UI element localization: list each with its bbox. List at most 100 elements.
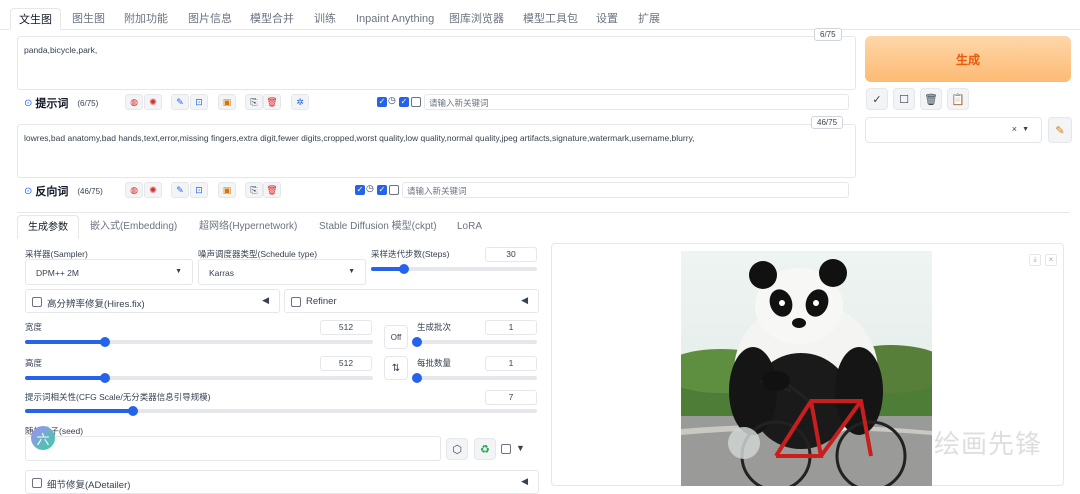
trash-icon[interactable]: 🗑 bbox=[920, 88, 942, 110]
tab-extras[interactable]: 附加功能 bbox=[116, 8, 176, 30]
subtab-hypernetwork[interactable]: 超网络(Hypernetwork) bbox=[191, 215, 305, 239]
batch-count-input[interactable]: 1 bbox=[485, 320, 537, 335]
refiner-panel[interactable]: Refiner ◀ bbox=[284, 289, 539, 313]
globe-icon[interactable]: ◍ bbox=[125, 94, 143, 110]
edit-icon[interactable]: ✎ bbox=[171, 94, 189, 110]
hires-fix-checkbox[interactable] bbox=[32, 297, 42, 307]
steps-slider[interactable] bbox=[371, 264, 537, 274]
schedule-select[interactable]: Karras ▼ bbox=[198, 259, 366, 285]
subtab-lora[interactable]: LoRA bbox=[449, 215, 490, 239]
seed-input[interactable] bbox=[25, 436, 441, 461]
tab-model-toolkit[interactable]: 模型工具包 bbox=[515, 8, 586, 30]
clock-icon[interactable]: ◷ bbox=[366, 183, 374, 194]
sampler-select[interactable]: DPM++ 2M ▼ bbox=[25, 259, 193, 285]
chevron-down-icon: ▼ bbox=[348, 268, 355, 275]
image-icon[interactable]: ▣ bbox=[218, 94, 236, 110]
swap-dimensions-icon[interactable]: ⇅ bbox=[384, 356, 408, 380]
batch-count-label: 生成批次 bbox=[417, 322, 452, 332]
check-icon[interactable]: ✓ bbox=[866, 88, 888, 110]
tab-gallery[interactable]: 图库浏览器 bbox=[441, 8, 512, 30]
tab-train[interactable]: 训练 bbox=[306, 8, 344, 30]
extra-seed-checkbox[interactable] bbox=[501, 444, 511, 454]
chevron-down-icon: ▼ bbox=[175, 268, 182, 275]
sampler-value: DPM++ 2M bbox=[36, 268, 79, 278]
hires-fix-panel[interactable]: 高分辨率修复(Hires.fix) ◀ bbox=[25, 289, 280, 313]
steps-input[interactable]: 30 bbox=[485, 247, 537, 262]
batch-size-label: 每批数量 bbox=[417, 358, 452, 368]
slider-thumb[interactable] bbox=[100, 373, 111, 383]
off-button[interactable]: Off bbox=[384, 325, 408, 349]
width-slider[interactable] bbox=[25, 337, 373, 347]
slider-thumb[interactable] bbox=[127, 406, 138, 416]
copy-icon[interactable]: ⎘ bbox=[245, 94, 263, 110]
settings-icon[interactable]: ✲ bbox=[291, 94, 309, 110]
width-input[interactable]: 512 bbox=[320, 320, 372, 335]
image-icon[interactable]: ▣ bbox=[218, 182, 236, 198]
collapse-triangle-icon[interactable]: ◀ bbox=[262, 295, 269, 306]
cfg-slider[interactable] bbox=[25, 406, 537, 416]
dice-icon[interactable]: ⬡ bbox=[446, 438, 468, 460]
globe-icon[interactable]: ◍ bbox=[125, 182, 143, 198]
prompt-label: 提示词 bbox=[35, 98, 69, 110]
negative-keyword-input[interactable]: 请输入新关键词 bbox=[402, 182, 849, 198]
copy-icon[interactable]: ⎘ bbox=[245, 182, 263, 198]
style-dropdown[interactable]: × ▼ bbox=[865, 117, 1042, 143]
collapse-icon[interactable]: ⊙ bbox=[24, 98, 32, 109]
slider-thumb[interactable] bbox=[412, 373, 422, 383]
keyword-check-1[interactable]: ✓ bbox=[355, 185, 365, 195]
cfg-input[interactable]: 7 bbox=[485, 390, 537, 405]
tab-settings[interactable]: 设置 bbox=[588, 8, 626, 30]
keyword-check-3[interactable] bbox=[411, 97, 421, 107]
download-icon[interactable]: ⤓ bbox=[1029, 254, 1041, 266]
collapse-triangle-icon[interactable]: ◀ bbox=[521, 295, 528, 306]
tab-png-info[interactable]: 图片信息 bbox=[180, 8, 240, 30]
tab-img2img[interactable]: 图生图 bbox=[64, 8, 113, 30]
bookmark-icon[interactable]: ⊡ bbox=[190, 94, 208, 110]
prompt-keyword-input[interactable]: 请输入新关键词 bbox=[424, 94, 849, 110]
slider-thumb[interactable] bbox=[399, 264, 410, 274]
clock-icon[interactable]: ◷ bbox=[388, 95, 396, 106]
adetailer-checkbox[interactable] bbox=[32, 478, 42, 488]
batch-size-input[interactable]: 1 bbox=[485, 356, 537, 371]
tab-extensions[interactable]: 扩展 bbox=[630, 8, 668, 30]
negative-label-row: ⊙ 反向词 (46/75) bbox=[24, 183, 103, 199]
clipboard-icon[interactable]: 📋 bbox=[947, 88, 969, 110]
adetailer-panel[interactable]: 细节修复(ADetailer) ◀ bbox=[25, 470, 539, 494]
keyword-check-3[interactable] bbox=[389, 185, 399, 195]
avatar: 六 bbox=[31, 426, 55, 450]
trash-icon[interactable]: 🗑 bbox=[263, 94, 281, 110]
expand-triangle-icon[interactable]: ▼ bbox=[516, 443, 525, 453]
bookmark-icon[interactable]: ⊡ bbox=[190, 182, 208, 198]
clear-icon[interactable]: × bbox=[1012, 124, 1017, 134]
keyword-check-2[interactable]: ✓ bbox=[377, 185, 387, 195]
tab-txt2img[interactable]: 文生图 bbox=[10, 8, 61, 30]
negative-prompt-textarea[interactable]: lowres,bad anatomy,bad hands,text,error,… bbox=[17, 124, 856, 178]
negative-count: (46/75) bbox=[77, 186, 103, 196]
subtab-checkpoint[interactable]: Stable Diffusion 模型(ckpt) bbox=[311, 215, 445, 239]
prompt-textarea[interactable]: panda,bicycle,park, bbox=[17, 36, 856, 90]
height-input[interactable]: 512 bbox=[320, 356, 372, 371]
slider-thumb[interactable] bbox=[412, 337, 422, 347]
keyword-check-1[interactable]: ✓ bbox=[377, 97, 387, 107]
square-icon[interactable]: ☐ bbox=[893, 88, 915, 110]
recycle-icon[interactable]: ♻ bbox=[474, 438, 496, 460]
batch-count-slider[interactable] bbox=[412, 337, 537, 347]
batch-size-slider[interactable] bbox=[412, 373, 537, 383]
gear-icon[interactable]: ✺ bbox=[144, 94, 162, 110]
subtab-generation[interactable]: 生成参数 bbox=[17, 215, 79, 239]
collapse-icon[interactable]: ⊙ bbox=[24, 186, 32, 197]
tab-merge[interactable]: 模型合并 bbox=[242, 8, 302, 30]
pencil-icon[interactable]: ✎ bbox=[1048, 117, 1072, 143]
refiner-checkbox[interactable] bbox=[291, 297, 301, 307]
subtab-embedding[interactable]: 嵌入式(Embedding) bbox=[82, 215, 185, 239]
tab-inpaint-anything[interactable]: Inpaint Anything bbox=[348, 8, 442, 30]
trash-icon[interactable]: 🗑 bbox=[263, 182, 281, 198]
keyword-check-2[interactable]: ✓ bbox=[399, 97, 409, 107]
slider-thumb[interactable] bbox=[100, 337, 111, 347]
collapse-triangle-icon[interactable]: ◀ bbox=[521, 476, 528, 487]
generate-button[interactable]: 生成 bbox=[865, 36, 1071, 82]
gear-icon[interactable]: ✺ bbox=[144, 182, 162, 198]
height-slider[interactable] bbox=[25, 373, 373, 383]
close-icon[interactable]: × bbox=[1045, 254, 1057, 266]
edit-icon[interactable]: ✎ bbox=[171, 182, 189, 198]
